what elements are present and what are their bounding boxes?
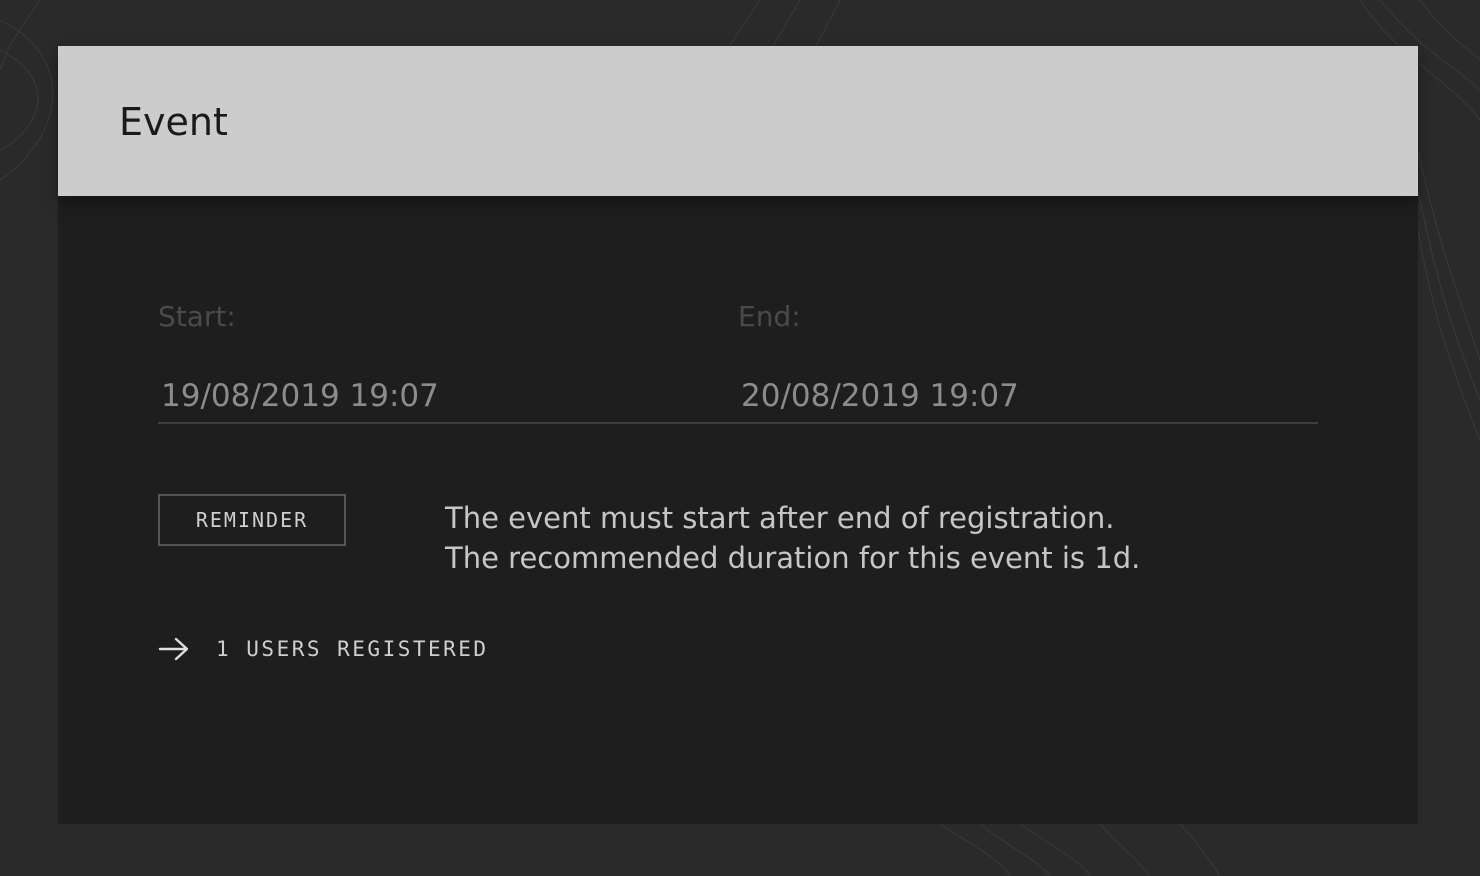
start-label: Start: (158, 300, 236, 333)
end-label: End: (738, 300, 801, 333)
end-date-input[interactable] (741, 376, 1301, 416)
reminder-line-registration: The event must start after end of regist… (445, 501, 1115, 535)
event-card: Event Start: End: REMINDER The event mus… (58, 46, 1418, 824)
users-registered-label: 1 USERS REGISTERED (216, 637, 489, 661)
arrow-right-icon (158, 637, 189, 661)
reminder-badge: REMINDER (158, 494, 346, 546)
card-title: Event (119, 100, 228, 144)
card-header: Event (58, 46, 1418, 196)
reminder-line-duration: The recommended duration for this event … (445, 541, 1141, 575)
reminder-message: The event must start after end of regist… (445, 498, 1140, 578)
start-date-input[interactable] (161, 376, 721, 416)
date-fields-underline (158, 422, 1318, 424)
users-registered-link[interactable]: 1 USERS REGISTERED (158, 634, 489, 664)
